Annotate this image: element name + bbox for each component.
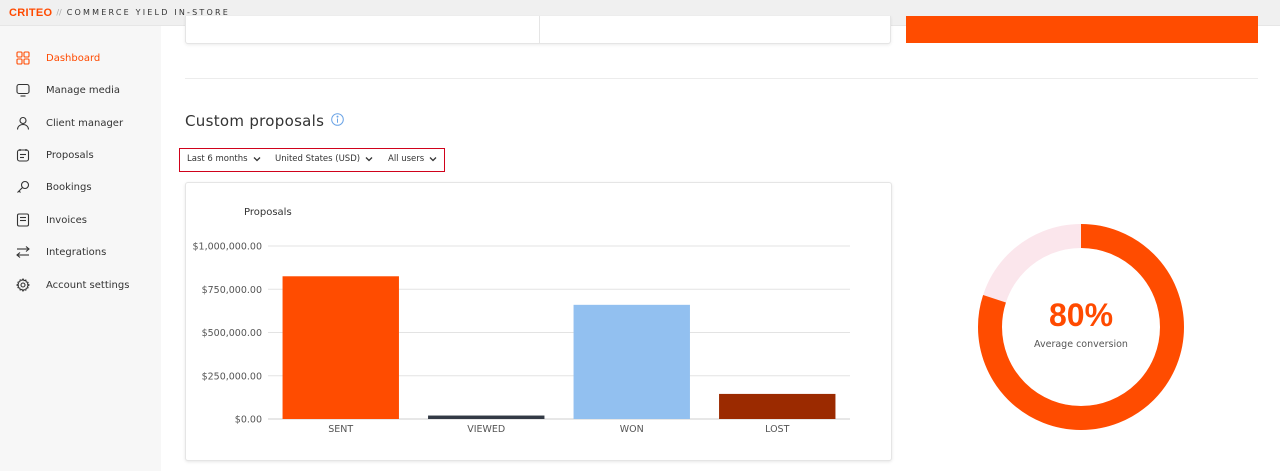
- sidebar-item-label: Dashboard: [46, 52, 101, 64]
- sidebar-item-bookings[interactable]: Bookings: [0, 173, 161, 201]
- brand-separator: //: [56, 8, 62, 17]
- sidebar-item-label: Manage media: [46, 84, 121, 96]
- bar-sent[interactable]: [282, 276, 399, 419]
- summary-card: [185, 16, 891, 44]
- y-tick-label: $1,000,000.00: [192, 242, 262, 253]
- y-tick-label: $0.00: [235, 415, 262, 426]
- bar-won[interactable]: [573, 304, 690, 419]
- bar-lost[interactable]: [719, 393, 836, 419]
- invoice-icon: [16, 213, 30, 227]
- conversion-donut: 80% Average conversion: [969, 215, 1193, 439]
- x-tick-label: SENT: [328, 424, 353, 435]
- sidebar-item-label: Client manager: [46, 117, 124, 129]
- filter-bar: Last 6 months United States (USD) All us…: [179, 148, 445, 172]
- brand-logo[interactable]: CRITEO: [9, 7, 52, 19]
- sidebar-item-manage-media[interactable]: Manage media: [0, 76, 161, 104]
- chevron-down-icon: [429, 157, 437, 162]
- sidebar-item-invoices[interactable]: Invoices: [0, 206, 161, 234]
- x-tick-label: LOST: [765, 424, 789, 435]
- users-value: All users: [388, 154, 425, 164]
- section-divider: [185, 78, 1258, 79]
- y-tick-label: $500,000.00: [202, 328, 262, 339]
- info-icon[interactable]: [331, 113, 344, 126]
- card-divider: [539, 16, 540, 44]
- bar-viewed[interactable]: [428, 415, 545, 419]
- user-icon: [16, 116, 30, 130]
- chevron-down-icon: [253, 157, 261, 162]
- sidebar-item-label: Proposals: [46, 149, 94, 161]
- chart-title: Proposals: [244, 207, 292, 218]
- sidebar: Dashboard Manage media Client manager Pr…: [0, 26, 161, 471]
- proposals-chart-card: Proposals SENT VIEWED WON LOST $0.00 $250,00…: [185, 182, 892, 461]
- period-dropdown[interactable]: Last 6 months: [187, 154, 261, 164]
- y-tick-label: $750,000.00: [202, 285, 262, 296]
- sidebar-item-label: Bookings: [46, 181, 92, 193]
- x-tick-label: WON: [620, 424, 644, 435]
- sidebar-item-proposals[interactable]: Proposals: [0, 141, 161, 169]
- period-value: Last 6 months: [187, 154, 248, 164]
- y-tick-label: $250,000.00: [202, 371, 262, 382]
- section-title: Custom proposals: [185, 112, 325, 130]
- sidebar-item-client-manager[interactable]: Client manager: [0, 109, 161, 137]
- sidebar-item-label: Integrations: [46, 246, 107, 258]
- sidebar-item-account-settings[interactable]: Account settings: [0, 271, 161, 299]
- sidebar-item-label: Account settings: [46, 279, 130, 291]
- monitor-icon: [16, 83, 30, 97]
- conversion-label: Average conversion: [1034, 339, 1128, 350]
- chevron-down-icon: [365, 157, 373, 162]
- conversion-percentage: 80%: [1048, 297, 1114, 333]
- summary-orange-block: [906, 16, 1258, 43]
- sidebar-item-label: Invoices: [46, 214, 87, 226]
- main-content: Custom proposals Last 6 months United St…: [161, 16, 1280, 471]
- users-dropdown[interactable]: All users: [388, 154, 437, 164]
- key-icon: [17, 180, 30, 193]
- country-value: United States (USD): [275, 154, 361, 164]
- x-tick-label: VIEWED: [467, 424, 505, 435]
- proposals-bar-chart: Proposals SENT VIEWED WON LOST $0.00 $250,00…: [192, 207, 850, 435]
- swap-arrows-icon: [16, 246, 30, 258]
- proposal-icon: [16, 149, 30, 162]
- country-dropdown[interactable]: United States (USD): [275, 154, 373, 164]
- sidebar-item-integrations[interactable]: Integrations: [0, 238, 161, 266]
- sidebar-item-dashboard[interactable]: Dashboard: [0, 44, 161, 72]
- dashboard-grid-icon: [16, 51, 30, 65]
- gear-icon: [16, 278, 30, 292]
